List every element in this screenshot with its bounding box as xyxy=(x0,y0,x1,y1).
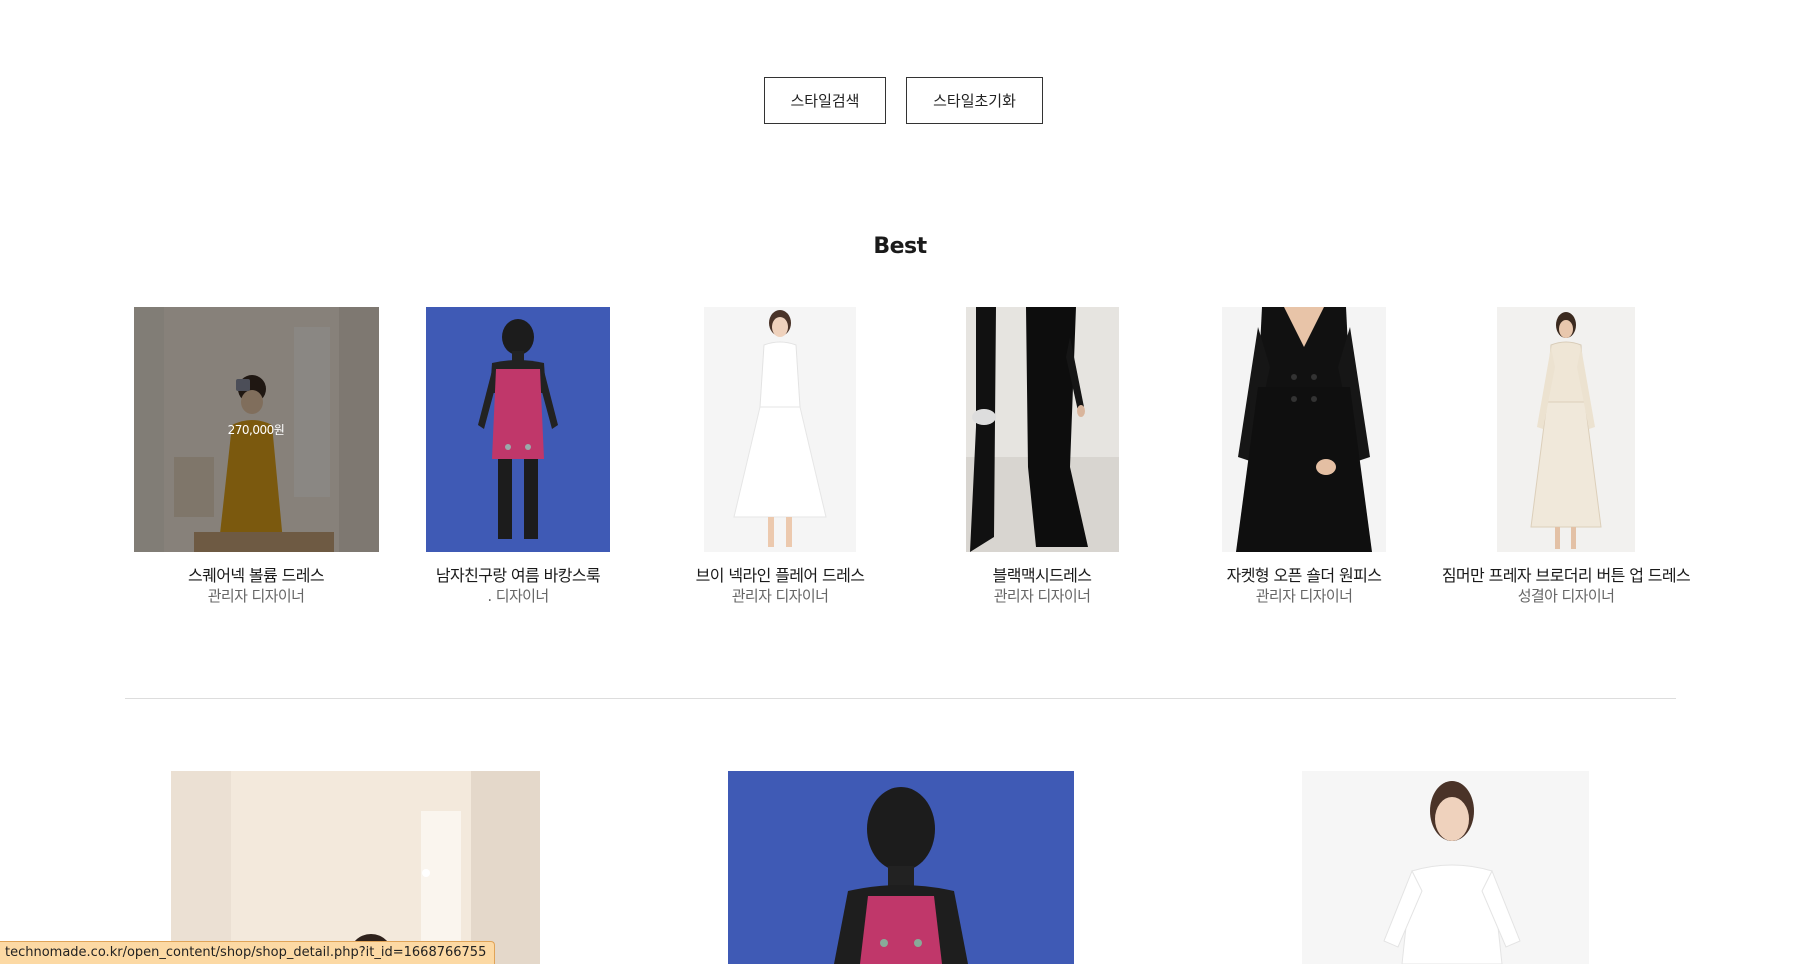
product-designer: 관리자 디자이너 xyxy=(1255,587,1353,605)
product-designer: 관리자 디자이너 xyxy=(731,587,829,605)
product-price: 270,000원 xyxy=(227,423,285,437)
browser-status-url: technomade.co.kr/open_content/shop/shop_… xyxy=(0,941,496,964)
product-image[interactable] xyxy=(704,307,856,552)
product-designer: 관리자 디자이너 xyxy=(993,587,1091,605)
product-image[interactable] xyxy=(1497,307,1635,552)
best-item[interactable]: 짐머만 프레자 브로더리 버튼 업 드레스 성결아 디자이너 xyxy=(1435,307,1697,606)
best-item[interactable]: 270,000원 스퀘어넥 볼륨 드레스 관리자 디자이너 xyxy=(125,307,387,606)
product-name[interactable]: 자켓형 오픈 숄더 원피스 xyxy=(1173,565,1435,586)
product-name[interactable]: 스퀘어넥 볼륨 드레스 xyxy=(125,565,387,586)
product-name[interactable]: 블랙맥시드레스 xyxy=(911,565,1173,586)
style-search-controls: 스타일검색 스타일초기화 xyxy=(0,77,1800,124)
product-name[interactable]: 짐머만 프레자 브로더리 버튼 업 드레스 xyxy=(1435,565,1697,586)
product-list-grid xyxy=(0,771,1800,964)
product-designer: . 디자이너 xyxy=(487,587,549,605)
product-image[interactable] xyxy=(965,307,1119,552)
product-image[interactable]: 270,000원 xyxy=(133,307,379,552)
style-reset-button[interactable]: 스타일초기화 xyxy=(906,77,1043,124)
best-item[interactable]: 남자친구랑 여름 바캉스룩 . 디자이너 xyxy=(387,307,649,606)
product-image[interactable] xyxy=(1302,771,1589,964)
product-name[interactable]: 남자친구랑 여름 바캉스룩 xyxy=(387,565,649,586)
product-designer: 관리자 디자이너 xyxy=(207,587,305,605)
section-divider xyxy=(125,698,1676,699)
style-search-button[interactable]: 스타일검색 xyxy=(764,77,886,124)
product-image[interactable] xyxy=(426,307,610,552)
best-item[interactable]: 블랙맥시드레스 관리자 디자이너 xyxy=(911,307,1173,606)
product-designer: 성결아 디자이너 xyxy=(1517,587,1615,605)
product-image[interactable] xyxy=(171,771,540,964)
price-hover-overlay: 270,000원 xyxy=(133,307,379,552)
product-name[interactable]: 브이 넥라인 플레어 드레스 xyxy=(649,565,911,586)
best-section-title: Best xyxy=(873,234,927,259)
product-image[interactable] xyxy=(728,771,1074,964)
best-item[interactable]: 브이 넥라인 플레어 드레스 관리자 디자이너 xyxy=(649,307,911,606)
best-item[interactable]: 자켓형 오픈 숄더 원피스 관리자 디자이너 xyxy=(1173,307,1435,606)
product-image[interactable] xyxy=(1222,307,1386,552)
